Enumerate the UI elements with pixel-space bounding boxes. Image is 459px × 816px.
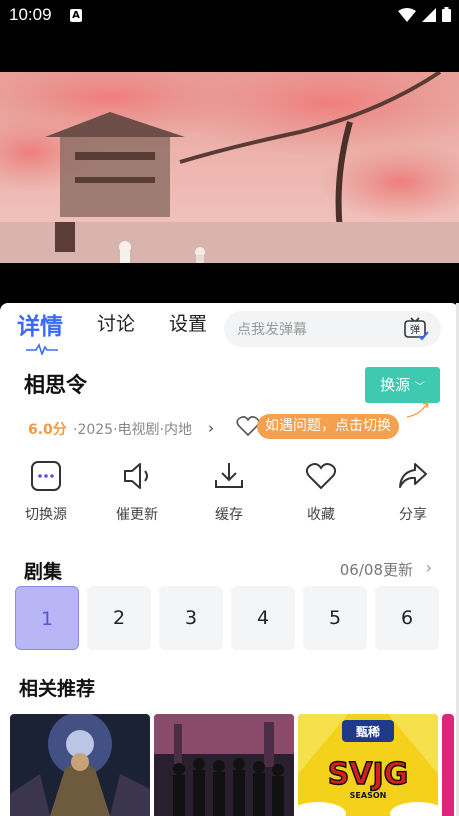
poster-image [10,714,150,816]
episode-item[interactable]: 2 [87,586,151,650]
episode-item[interactable]: 5 [303,586,367,650]
tab-details[interactable]: 详情 [17,307,63,341]
action-label: 催更新 [116,507,158,523]
poster-brand-text: 甄稀 [356,724,380,739]
danmu-button-label: 弹 [410,323,420,336]
action-switch-source[interactable]: 切换源 [6,458,86,524]
episodes-update[interactable]: 06/08更新 [340,559,413,580]
share-icon [399,463,427,488]
score: 6.0分 [28,422,67,438]
poster-sub-text: SEASON [350,791,387,800]
tab-discussion[interactable]: 讨论 [97,309,135,336]
chevron-down-icon: ﹀ [414,382,425,393]
recommend-poster[interactable] [442,714,454,816]
danmu-input[interactable]: 点我发弹幕 弹 [224,311,441,347]
danmu-placeholder: 点我发弹幕 [237,322,307,338]
heart-icon [305,463,337,490]
notification-a-icon: A [70,9,82,22]
speaker-icon [124,463,148,489]
episode-item[interactable]: 6 [375,586,439,650]
video-player[interactable] [0,32,459,303]
action-favorite[interactable]: 收藏 [281,458,361,524]
action-label: 收藏 [307,507,335,523]
signal-icon [422,7,436,22]
status-time: 10:09 [9,5,52,24]
source-switch-icon [31,461,61,491]
switch-source-button[interactable]: 换源 ﹀ [365,367,440,403]
details-sheet: 详情 讨论 设置 点我发弹幕 弹 相思令 换源 ﹀ 6.0分 ·2025·电视剧… [0,303,459,816]
video-scene-image [0,72,459,263]
danmu-toggle-icon[interactable]: 弹 [403,316,429,342]
action-label: 切换源 [25,507,67,523]
poster-image [154,714,294,816]
chevron-right-icon[interactable]: › [208,419,214,437]
status-icons [398,7,451,22]
tab-settings[interactable]: 设置 [169,309,207,336]
download-icon [215,463,243,488]
action-share[interactable]: 分享 [373,458,453,524]
action-urge-update[interactable]: 催更新 [97,458,177,524]
status-bar: 10:09 A [0,0,459,32]
tip-bubble[interactable]: 如遇问题，点击切换 [257,414,399,439]
episode-item[interactable]: 3 [159,586,223,650]
episode-item[interactable]: 4 [231,586,295,650]
poster-logo-text: SVJG [328,757,409,792]
action-label: 缓存 [215,507,243,523]
show-meta: ·2025·电视剧·内地 [73,422,192,438]
recommend-title: 相关推荐 [19,678,96,700]
recommend-list: 甄稀 SVJG SEASON [10,714,454,816]
active-tab-indicator [26,343,58,355]
episode-list: 1 2 3 4 5 6 [15,586,439,650]
episode-item[interactable]: 1 [15,586,79,650]
episodes-title: 剧集 [24,561,63,583]
battery-icon [442,7,451,22]
chevron-right-icon[interactable]: › [426,558,432,577]
recommend-poster[interactable] [154,714,294,816]
recommend-poster[interactable]: 甄稀 SVJG SEASON [298,714,438,816]
action-label: 分享 [399,507,427,523]
poster-image: 甄稀 SVJG SEASON [298,714,438,816]
tip-arrow-icon [406,402,429,418]
switch-source-label: 换源 [380,376,411,394]
show-title: 相思令 [24,373,87,397]
recommend-poster[interactable] [10,714,150,816]
action-cache[interactable]: 缓存 [189,458,269,524]
wifi-icon [398,7,416,22]
video-frame[interactable] [0,72,459,263]
